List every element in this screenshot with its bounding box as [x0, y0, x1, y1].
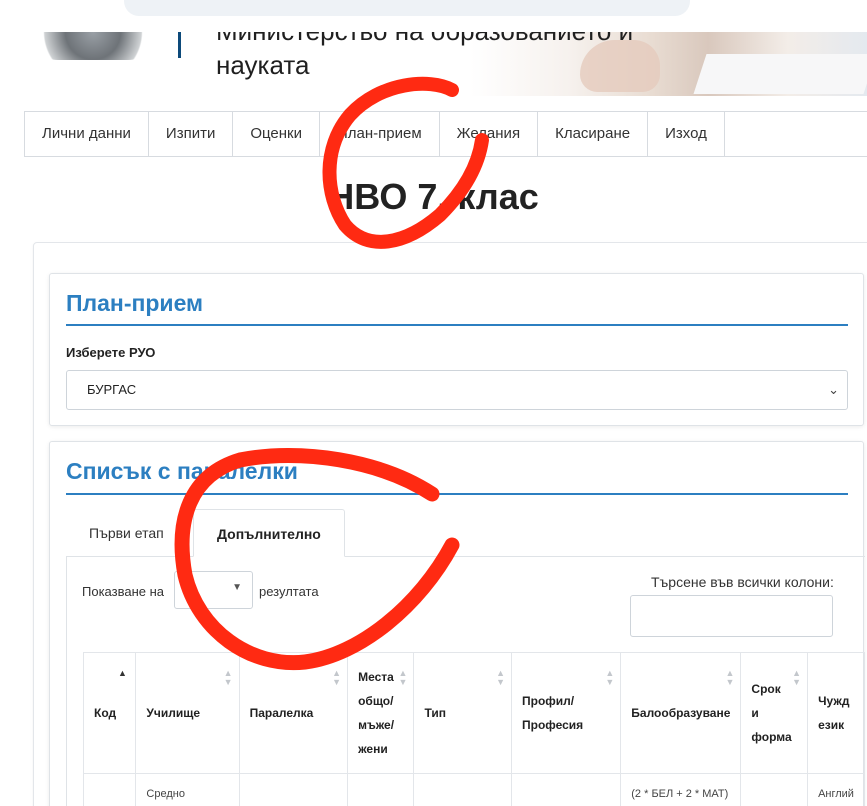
column-header-language[interactable]: Чужд език	[807, 652, 865, 774]
nav-item-wishes[interactable]: Желания	[440, 112, 539, 156]
admission-plan-heading: План-прием	[66, 290, 204, 316]
admission-plan-card: План-прием Изберете РУО БУРГАС ⌄	[49, 273, 864, 426]
nav-item-personal-data[interactable]: Лични данни	[25, 112, 149, 156]
table-cell	[82, 773, 137, 806]
tab-first-stage[interactable]: Първи етап	[66, 509, 187, 557]
column-header-label: Паралелка	[249, 706, 314, 720]
class-list-heading: Списък с паралелки	[66, 458, 298, 484]
ministry-name: Министерство на образованието и науката	[216, 32, 696, 82]
rio-label: Изберете РУО	[66, 345, 156, 360]
sort-icon: ▲ ▼	[223, 668, 233, 687]
column-header-label: Училище	[146, 706, 201, 720]
sort-icon: ▲ ▼	[496, 668, 505, 687]
site-header: Министерство на образованието и науката	[0, 32, 867, 96]
table-cell: (2 * БЕЛ + 2 * МАТ)	[620, 773, 742, 806]
sort-icon: ▲ ▼	[605, 668, 615, 687]
class-table: Код ▲ Училище ▲ ▼ Паралелка ▲ ▼ Места общо/мъже/ж…	[82, 652, 865, 806]
header-divider	[178, 32, 181, 58]
page-length-select[interactable]: ▼	[174, 571, 253, 609]
column-header-school[interactable]: Училище ▲ ▼	[135, 652, 240, 774]
heading-underline	[66, 493, 848, 495]
tab-panel: Показване на ▼ резултата Търсене във вси…	[66, 556, 865, 806]
table-cell: Англий	[807, 773, 865, 806]
column-header-label: Тип	[424, 706, 446, 720]
nav-item-ranking[interactable]: Класиране	[538, 112, 649, 156]
column-header-profile[interactable]: Профил/Професия ▲ ▼	[510, 652, 622, 774]
header-photo-paper	[693, 54, 867, 94]
table-cell: Средно	[135, 773, 240, 806]
column-header-label: Балообразуване	[631, 706, 731, 720]
sort-asc-icon: ▲	[118, 668, 127, 678]
table-cell	[347, 773, 415, 806]
column-header-label: и	[751, 706, 759, 720]
column-header-type[interactable]: Тип ▲ ▼	[413, 652, 512, 774]
column-header-class[interactable]: Паралелка ▲ ▼	[238, 652, 349, 774]
column-header-term[interactable]: Срок и форма ▲ ▼	[740, 652, 809, 774]
rio-select[interactable]: БУРГАС ⌄	[66, 370, 848, 410]
column-header-label: Места	[358, 670, 394, 684]
nav-item-grades[interactable]: Оценки	[233, 112, 321, 156]
browser-top-strip	[0, 0, 867, 32]
table-cell	[740, 773, 809, 806]
search-input[interactable]	[630, 595, 833, 637]
caret-down-icon: ▼	[232, 582, 242, 593]
tab-additional[interactable]: Допълнително	[193, 509, 345, 557]
column-header-label: Профил/	[521, 694, 575, 708]
column-header-label: общо/	[358, 694, 394, 708]
table-row: Средно (2 * БЕЛ + 2 * МАТ) Англий	[82, 773, 865, 806]
sort-icon: ▲ ▼	[332, 668, 342, 687]
nav-item-admission-plan[interactable]: План-прием	[320, 112, 440, 156]
sort-icon: ▲ ▼	[725, 668, 735, 687]
sort-icon: ▲ ▼	[398, 668, 408, 687]
search-label: Търсене във всички колони:	[651, 574, 834, 590]
column-header-label: език	[818, 718, 845, 732]
heading-underline	[66, 324, 848, 326]
column-header-label: форма	[751, 730, 792, 744]
stage-tabs: Първи етап Допълнително	[66, 509, 865, 557]
class-list-card: Списък с паралелки Първи етап Допълнител…	[49, 441, 865, 806]
column-header-label: мъже/	[358, 718, 395, 732]
table-header-row: Код ▲ Училище ▲ ▼ Паралелка ▲ ▼ Места общо/мъже/ж…	[82, 652, 865, 774]
page-title: НВО 7. клас	[328, 176, 539, 217]
main-nav: Лични данни Изпити Оценки План-прием Жел…	[24, 111, 867, 157]
nav-item-exams[interactable]: Изпити	[149, 112, 234, 156]
column-header-label: Срок	[751, 682, 781, 696]
rio-select-value: БУРГАС	[87, 382, 137, 397]
column-header-code[interactable]: Код ▲	[82, 652, 137, 774]
table-cell	[413, 773, 512, 806]
sort-icon: ▲ ▼	[792, 668, 802, 687]
page-length-label: Показване на	[82, 584, 165, 599]
page: Министерство на образованието и науката …	[0, 0, 867, 806]
chevron-down-icon: ⌄	[828, 382, 839, 397]
table-cell	[510, 773, 622, 806]
ministry-crest-logo	[30, 32, 156, 60]
column-header-label: Код	[94, 706, 117, 720]
nav-item-logout[interactable]: Изход	[648, 112, 725, 156]
table-cell	[238, 773, 349, 806]
ministry-name-line1: Министерство на образованието и	[216, 32, 633, 46]
page-length-suffix: резултата	[259, 584, 319, 599]
ministry-name-line2: науката	[216, 50, 310, 80]
column-header-label: Професия	[521, 718, 584, 732]
column-header-places[interactable]: Места общо/мъже/жени ▲ ▼	[347, 652, 415, 774]
column-header-scoring[interactable]: Балообразуване ▲ ▼	[620, 652, 742, 774]
address-bar[interactable]	[124, 0, 690, 16]
column-header-label: Чужд	[818, 694, 850, 708]
column-header-label: жени	[358, 742, 388, 756]
